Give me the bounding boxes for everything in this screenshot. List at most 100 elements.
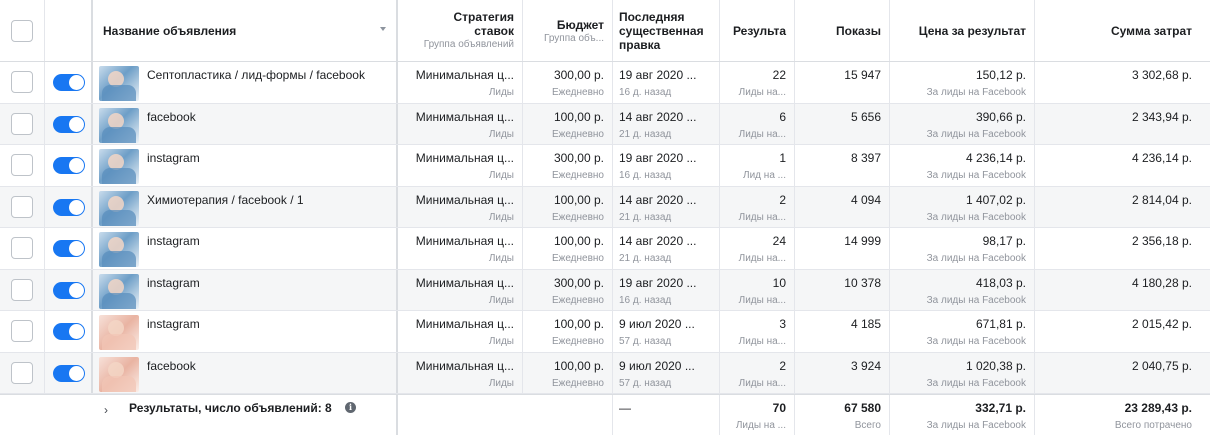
row-checkbox[interactable] (11, 320, 33, 343)
chevron-right-icon[interactable]: › (104, 403, 108, 417)
last-edit-cell: 19 авг 2020 ... 16 д. назад (613, 145, 720, 186)
cost-per-result-cell: 671,81 р. За лиды на Facebook (890, 311, 1035, 352)
column-header-amount-spent[interactable]: Сумма затрат (1035, 0, 1200, 61)
bid-strategy-cell: Минимальная ц... Лиды (398, 269, 523, 310)
ad-name[interactable]: Септопластика / лид-формы / facebook (147, 68, 365, 82)
bid-strategy-cell: Минимальная ц... Лиды (398, 228, 523, 269)
column-header-results[interactable]: Результа (720, 0, 795, 61)
ad-status-toggle[interactable] (53, 157, 85, 175)
row-checkbox[interactable] (11, 195, 33, 218)
ad-name[interactable]: Химиотерапия / facebook / 1 (147, 193, 304, 207)
impressions-cell: 3 924 (795, 352, 890, 393)
ad-thumbnail[interactable] (99, 273, 139, 309)
ad-name-cell: instagram (93, 269, 398, 310)
row-check-cell (0, 311, 45, 352)
results-value: 10 (772, 275, 786, 290)
row-checkbox[interactable] (11, 71, 33, 94)
toggle-knob (69, 199, 84, 215)
ad-name[interactable]: facebook (147, 359, 196, 373)
last-edit-date: 19 авг 2020 ... (619, 68, 697, 82)
ad-thumbnail[interactable] (99, 149, 139, 184)
ad-status-toggle[interactable] (53, 240, 85, 258)
column-title-last-edit-line2: существенная (619, 24, 704, 38)
column-header-bid-strategy[interactable]: Стратегия ставок Группа объявлений (398, 0, 523, 61)
row-checkbox[interactable] (11, 361, 33, 384)
table-row[interactable]: instagram Минимальная ц... Лиды 100,00 р. Еж… (0, 228, 1210, 270)
bid-strategy: Минимальная ц... (415, 317, 514, 331)
sort-down-icon[interactable] (380, 27, 386, 31)
bid-strategy-cell: Минимальная ц... Лиды (398, 186, 523, 227)
budget-period: Ежедневно (551, 128, 604, 140)
toggle-knob (69, 324, 84, 340)
ad-status-toggle[interactable] (53, 198, 85, 216)
ad-thumbnail[interactable] (99, 356, 139, 392)
impressions-cell: 14 999 (795, 228, 890, 269)
row-toggle-cell (45, 186, 93, 227)
ad-thumbnail[interactable] (99, 66, 139, 101)
impressions-value: 14 999 (844, 234, 881, 248)
ad-thumbnail[interactable] (99, 190, 139, 226)
impressions-cell: 5 656 (795, 103, 890, 144)
summary-impressions: 67 580 (844, 401, 881, 415)
bid-strategy-cell: Минимальная ц... Лиды (398, 145, 523, 186)
ad-status-toggle[interactable] (53, 323, 85, 341)
column-header-impressions[interactable]: Показы (795, 0, 890, 61)
budget-period: Ежедневно (551, 87, 604, 98)
cost-per-result-value: 98,17 р. (982, 234, 1026, 248)
table-row[interactable]: facebook Минимальная ц... Лиды 100,00 р. Еже… (0, 352, 1210, 394)
summary-strategy-cell (398, 395, 523, 435)
impressions-value: 8 397 (850, 151, 881, 165)
bid-strategy-cell: Минимальная ц... Лиды (398, 62, 523, 103)
summary-label: Результаты, число объявлений: 8 (129, 401, 332, 415)
row-check-cell (0, 62, 45, 103)
row-check-cell (0, 186, 45, 227)
impressions-value: 5 656 (850, 109, 881, 124)
ad-status-toggle[interactable] (53, 281, 85, 299)
ad-thumbnail[interactable] (99, 107, 139, 143)
ad-status-toggle[interactable] (53, 74, 85, 92)
bid-strategy: Минимальная ц... (415, 358, 514, 373)
table-row[interactable]: facebook Минимальная ц... Лиды 100,00 р. Еже… (0, 103, 1210, 145)
summary-impressions-cell: 67 580 Всего (795, 395, 890, 435)
table-row[interactable]: instagram Минимальная ц... Лиды 300,00 р. Еж… (0, 145, 1210, 187)
row-toggle-cell (45, 103, 93, 144)
bid-strategy-cell: Минимальная ц... Лиды (398, 352, 523, 393)
table-row[interactable]: Химиотерапия / facebook / 1 Минимальная ц… (0, 186, 1210, 228)
budget-cell: 300,00 р. Ежедневно (523, 145, 613, 186)
ad-status-toggle[interactable] (53, 364, 85, 382)
amount-spent-cell: 4 236,14 р. (1035, 145, 1200, 186)
row-checkbox[interactable] (11, 237, 33, 260)
row-checkbox[interactable] (11, 278, 33, 301)
row-checkbox[interactable] (11, 112, 33, 135)
ad-name[interactable]: facebook (147, 110, 196, 124)
ad-name[interactable]: instagram (147, 317, 200, 331)
ad-name[interactable]: instagram (147, 151, 200, 165)
row-check-cell (0, 352, 45, 393)
ad-name[interactable]: instagram (147, 234, 200, 248)
table-row[interactable]: instagram Минимальная ц... Лиды 100,00 р. Еж… (0, 311, 1210, 353)
results-type: Лиды на... (738, 87, 786, 98)
results-type: Лиды на... (738, 377, 786, 389)
ad-thumbnail[interactable] (99, 232, 139, 267)
ad-status-toggle[interactable] (53, 115, 85, 133)
amount-spent-cell: 2 015,42 р. (1035, 311, 1200, 352)
ad-thumbnail[interactable] (99, 315, 139, 350)
cost-per-result-cell: 390,66 р. За лиды на Facebook (890, 103, 1035, 144)
last-edit-ago: 57 д. назад (619, 377, 672, 389)
bid-strategy-sub: Лиды (488, 211, 514, 223)
toggle-knob (69, 365, 84, 381)
info-icon[interactable]: i (345, 402, 356, 413)
row-check-cell (0, 228, 45, 269)
column-header-cost-per-result[interactable]: Цена за результат (890, 0, 1035, 61)
table-row[interactable]: Септопластика / лид-формы / facebook Мини… (0, 62, 1210, 104)
row-checkbox[interactable] (11, 154, 33, 177)
select-all-checkbox[interactable] (11, 19, 33, 42)
column-header-name[interactable]: Название объявления (93, 0, 398, 61)
impressions-value: 15 947 (844, 68, 881, 82)
row-check-cell (0, 269, 45, 310)
table-row[interactable]: instagram Минимальная ц... Лиды 300,00 р. Еж… (0, 269, 1210, 311)
column-header-budget[interactable]: Бюджет Группа объ... (523, 0, 613, 61)
column-header-last-edit[interactable]: Последняя существенная правка (613, 0, 720, 61)
ad-name[interactable]: instagram (147, 276, 200, 290)
budget-cell: 100,00 р. Ежедневно (523, 311, 613, 352)
